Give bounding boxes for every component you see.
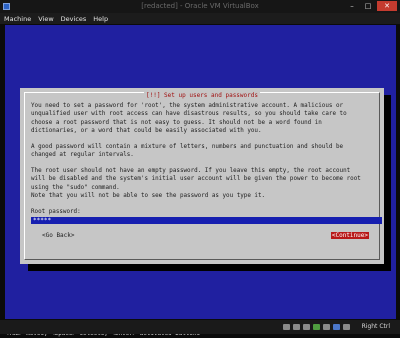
continue-button[interactable]: <Continue> (330, 232, 369, 239)
menu-help[interactable]: Help (89, 15, 111, 23)
paragraph-hidden-input-note: Note that you will not be able to see th… (31, 193, 266, 199)
root-password-label: Root password: (31, 209, 81, 215)
window-titlebar[interactable]: [redacted] - Oracle VM VirtualBox – □ ✕ (0, 0, 400, 13)
host-key-label: Right Ctrl (361, 323, 390, 330)
root-password-input[interactable]: ***** (31, 217, 382, 224)
menu-view[interactable]: View (34, 15, 56, 23)
go-back-button[interactable]: <Go Back> (41, 232, 76, 239)
mouse-integration-icon[interactable] (343, 324, 350, 330)
dialog-title-bar: [!!] Set up users and passwords (25, 92, 379, 99)
menu-bar: Machine View Devices Help (0, 13, 400, 24)
display-icon[interactable] (333, 324, 340, 330)
shared-folders-icon[interactable] (323, 324, 330, 330)
window-controls: – □ ✕ (343, 1, 397, 11)
menu-devices[interactable]: Devices (57, 15, 90, 23)
installer-dialog: [!!] Set up users and passwords You need… (20, 88, 384, 264)
menu-machine[interactable]: Machine (0, 15, 34, 23)
paragraph-good-password: A good password will contain a mixture o… (31, 144, 344, 159)
optical-drive-icon[interactable] (293, 324, 300, 330)
close-button[interactable]: ✕ (377, 1, 397, 11)
paragraph-empty-password: The root user should not have an empty p… (31, 168, 361, 191)
hard-disk-icon[interactable] (283, 324, 290, 330)
host-status-bar: Right Ctrl (0, 320, 400, 334)
maximize-button[interactable]: □ (361, 1, 375, 11)
dialog-title: [!!] Set up users and passwords (144, 92, 260, 99)
window-title: [redacted] - Oracle VM VirtualBox (141, 2, 259, 10)
vm-screen[interactable]: [!!] Set up users and passwords You need… (5, 25, 396, 337)
dialog-frame: [!!] Set up users and passwords You need… (24, 92, 382, 260)
root-password-value: ***** (33, 217, 52, 224)
paragraph-root-password-intro: You need to set a password for 'root', t… (31, 103, 347, 134)
device-indicators (280, 324, 350, 330)
usb-icon[interactable] (303, 324, 310, 330)
network-icon[interactable] (313, 324, 320, 330)
minimize-button[interactable]: – (345, 1, 359, 11)
